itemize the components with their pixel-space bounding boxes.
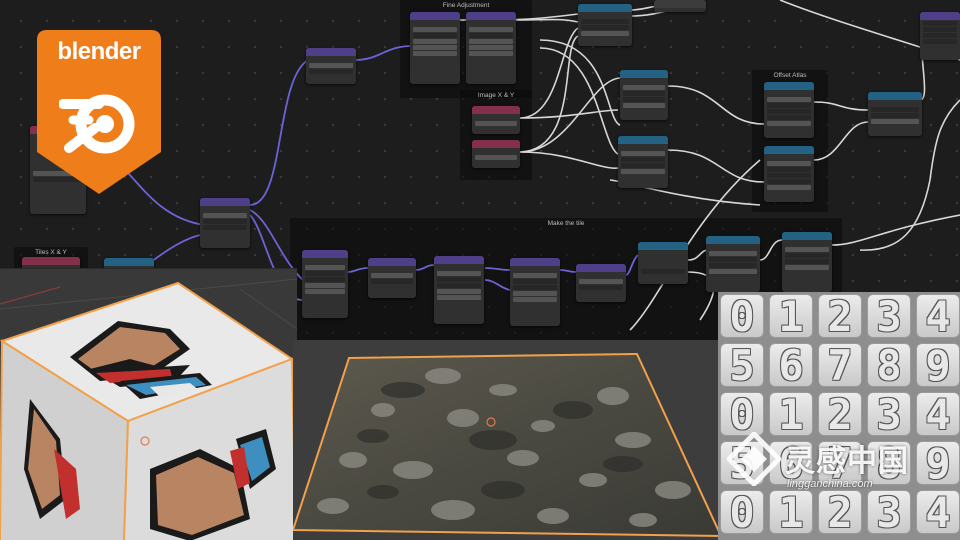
- node-separate-xyz[interactable]: [638, 242, 688, 284]
- node-math-mid-a[interactable]: [620, 70, 668, 120]
- cube-viewport[interactable]: [0, 268, 297, 540]
- node-tile-add[interactable]: [302, 250, 348, 318]
- node-tile-modulo[interactable]: [576, 264, 626, 302]
- blender-icon: [59, 94, 135, 154]
- number-tile: 7: [818, 343, 862, 388]
- node-tile-mix[interactable]: [782, 232, 832, 292]
- node-value-image-y[interactable]: [472, 140, 520, 168]
- number-tile: 9: [916, 343, 960, 388]
- number-tile: 6: [769, 343, 813, 388]
- cube-scene: [0, 278, 297, 540]
- node-offset-a[interactable]: [764, 82, 814, 138]
- number-tile: 3: [867, 294, 911, 339]
- watermark-chinese: 灵感中国: [785, 444, 909, 479]
- number-tile: 8: [867, 343, 911, 388]
- node-offset-b[interactable]: [764, 146, 814, 202]
- number-tile: 4: [916, 294, 960, 339]
- node-multiply-a[interactable]: [410, 12, 460, 84]
- node-tile-smooth[interactable]: [706, 236, 760, 292]
- rock-plane-viewport[interactable]: [293, 340, 725, 540]
- node-vector-math[interactable]: [306, 48, 356, 84]
- node-combine-xyz-right[interactable]: [868, 92, 922, 136]
- watermark-url: lingganchina.com: [787, 478, 873, 490]
- node-value-image-x[interactable]: [472, 106, 520, 134]
- logo-wordmark: blender: [57, 38, 141, 65]
- watermark-logo-icon: [727, 432, 781, 486]
- node-multiply-left[interactable]: [200, 198, 250, 248]
- node-tile-divide[interactable]: [434, 256, 484, 324]
- watermark: 灵感中国 lingganchina.com: [725, 430, 960, 500]
- node-multiply-b[interactable]: [466, 12, 516, 84]
- node-math-mid-b[interactable]: [618, 136, 668, 188]
- rock-plane-scene: [293, 352, 723, 538]
- node-top-right-b[interactable]: [920, 12, 960, 60]
- node-tile-multiply[interactable]: [510, 258, 560, 326]
- node-top-right-a[interactable]: [654, 0, 706, 12]
- number-tile: 2: [818, 294, 862, 339]
- node-combine-xyz-top[interactable]: [578, 4, 632, 46]
- node-tile-fraction[interactable]: [368, 258, 416, 298]
- number-tile: 0: [720, 294, 764, 339]
- number-tile: 5: [720, 343, 764, 388]
- blender-logo: blender: [37, 30, 161, 194]
- number-atlas-viewport[interactable]: 0123456789012345678901234: [718, 292, 960, 540]
- number-tile: 1: [769, 294, 813, 339]
